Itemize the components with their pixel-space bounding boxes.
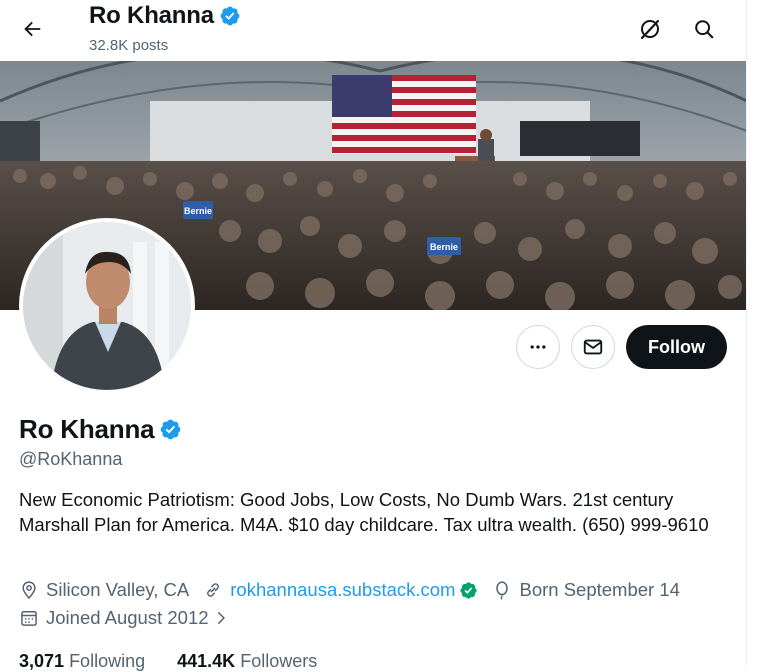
followers-label: Followers xyxy=(240,651,318,671)
profile-joined-row[interactable]: Joined August 2012 xyxy=(19,607,244,629)
search-button[interactable] xyxy=(685,10,723,48)
birthday-text: Born September 14 xyxy=(519,579,680,600)
birthday-item: Born September 14 xyxy=(492,579,680,601)
link-icon xyxy=(207,583,220,597)
following-link[interactable]: 3,071 Following xyxy=(19,651,145,671)
profile-avatar[interactable] xyxy=(19,218,195,394)
joined-text: Joined August 2012 xyxy=(46,607,209,628)
more-button[interactable] xyxy=(516,325,560,369)
column-border xyxy=(746,0,747,667)
balloon-icon xyxy=(496,581,509,600)
calendar-icon xyxy=(21,611,37,626)
profile-name-row: Ro Khanna xyxy=(19,414,182,445)
grok-button[interactable] xyxy=(631,10,669,48)
followers-link[interactable]: 441.4K Followers xyxy=(177,651,317,671)
verified-link-icon xyxy=(460,581,478,599)
following-label: Following xyxy=(69,651,146,671)
verified-badge-icon[interactable] xyxy=(159,418,182,441)
avatar-image xyxy=(23,222,191,390)
joined-item[interactable]: Joined August 2012 xyxy=(19,607,230,629)
back-button[interactable] xyxy=(14,11,50,47)
location-pin-icon xyxy=(22,581,36,599)
profile-page: Ro Khanna 32.8K posts Bernie Bernie Foll… xyxy=(0,0,747,671)
header-name: Ro Khanna xyxy=(89,2,214,29)
location-item: Silicon Valley, CA xyxy=(19,579,189,601)
header-name-row: Ro Khanna xyxy=(89,2,241,30)
following-count: 3,071 xyxy=(19,651,65,671)
profile-meta-row: Silicon Valley, CA rokhannausa.substack.… xyxy=(19,579,694,601)
followers-count: 441.4K xyxy=(177,651,236,671)
more-icon xyxy=(530,345,546,349)
banner-sign-1: Bernie xyxy=(184,206,212,216)
profile-handle: @RoKhanna xyxy=(19,449,123,469)
follow-counts: 3,071 Following 441.4K Followers xyxy=(19,651,317,672)
follow-button[interactable]: Follow xyxy=(626,325,727,369)
verified-badge-icon xyxy=(220,6,240,26)
header-post-count: 32.8K posts xyxy=(89,37,169,54)
profile-header-bar: Ro Khanna 32.8K posts xyxy=(0,0,747,61)
search-icon xyxy=(695,20,714,39)
website-link[interactable]: rokhannausa.substack.com xyxy=(230,579,455,601)
grok-icon xyxy=(640,19,660,40)
arrow-left-icon xyxy=(24,21,41,37)
location-text: Silicon Valley, CA xyxy=(46,579,190,600)
profile-bio: New Economic Patriotism: Good Jobs, Low … xyxy=(19,489,709,535)
message-button[interactable] xyxy=(571,325,615,369)
chevron-right-icon xyxy=(217,612,225,624)
website-item[interactable]: rokhannausa.substack.com xyxy=(203,579,478,601)
envelope-icon xyxy=(583,339,603,355)
banner-sign-2: Bernie xyxy=(430,242,458,252)
profile-name: Ro Khanna xyxy=(19,414,155,444)
